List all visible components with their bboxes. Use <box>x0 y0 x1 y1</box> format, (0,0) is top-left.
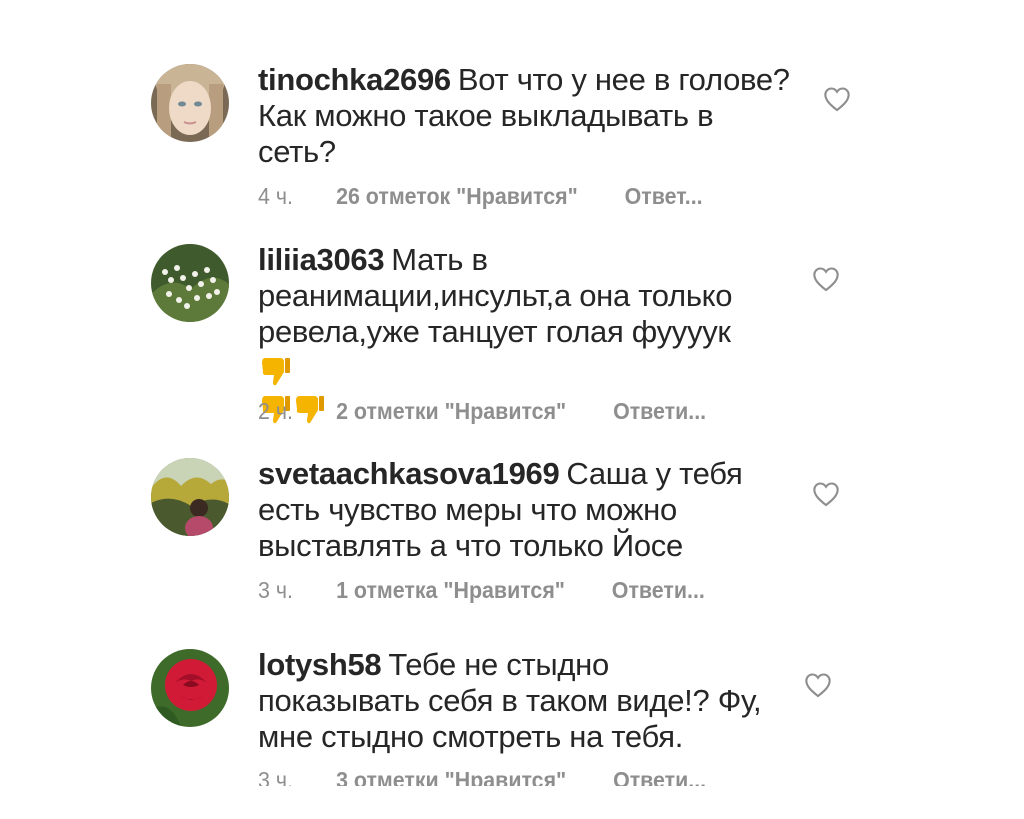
avatar[interactable] <box>151 649 229 727</box>
comment-username[interactable]: svetaachkasova1969 <box>258 456 560 491</box>
crop-edge <box>0 786 1024 819</box>
reply-button[interactable]: Ответи... <box>613 398 706 424</box>
comment-text: lotysh58 Тебе не стыдно показывать себя в… <box>258 647 778 755</box>
reply-button[interactable]: Ответи... <box>612 577 705 603</box>
comment-likes[interactable]: 26 отметок "Нравится" <box>336 183 578 209</box>
comment-meta: 4 ч. 26 отметок "Нравится" Ответ... <box>258 183 703 210</box>
comment-time: 3 ч. <box>258 577 293 603</box>
comment-time: 4 ч. <box>258 183 293 209</box>
like-heart-icon[interactable] <box>812 481 840 507</box>
reply-button[interactable]: Ответ... <box>625 183 703 209</box>
like-heart-icon[interactable] <box>823 86 851 112</box>
thumbs-down-icon <box>258 352 292 388</box>
comment-username[interactable]: liliia3063 <box>258 242 385 277</box>
like-heart-icon[interactable] <box>812 266 840 292</box>
comment-text: svetaachkasova1969 Саша у тебя есть чувст… <box>258 456 778 564</box>
comment-meta: 2 ч. 2 отметки "Нравится" Ответи... <box>258 398 706 425</box>
avatar[interactable] <box>151 244 229 322</box>
comment-username[interactable]: tinochka2696 <box>258 62 451 97</box>
avatar[interactable] <box>151 64 229 142</box>
avatar[interactable] <box>151 458 229 536</box>
comment-likes[interactable]: 2 отметки "Нравится" <box>336 398 566 424</box>
like-heart-icon[interactable] <box>804 672 832 698</box>
comment-likes[interactable]: 1 отметка "Нравится" <box>336 577 565 603</box>
comment-time: 2 ч. <box>258 398 293 424</box>
comment-username[interactable]: lotysh58 <box>258 647 382 682</box>
comment-meta: 3 ч. 1 отметка "Нравится" Ответи... <box>258 577 705 604</box>
comment-text: tinochka2696 Вот что у нее в голове? Как … <box>258 62 798 170</box>
